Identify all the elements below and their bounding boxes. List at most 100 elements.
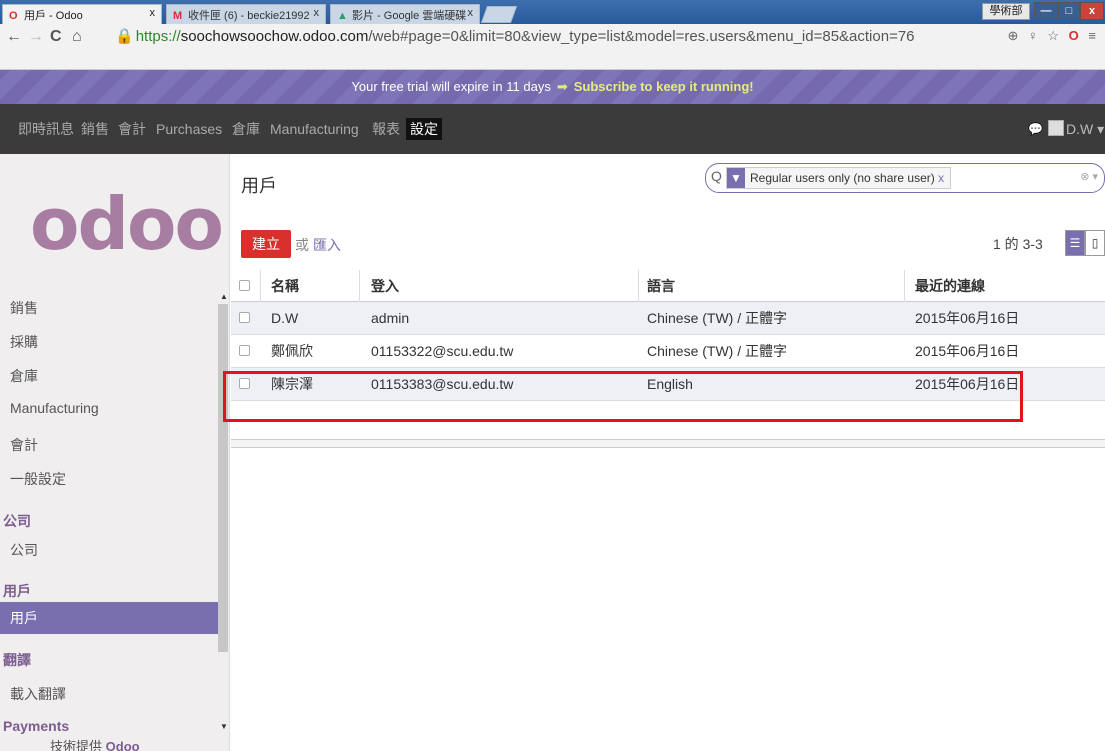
list-view-icon[interactable]: ☰ [1065, 230, 1085, 256]
browser-tab-odoo[interactable]: O 用戶 - Odoo x [2, 4, 162, 24]
menu-item-accounting[interactable]: 會計 [114, 118, 150, 140]
gmail-favicon-icon: M [173, 10, 183, 22]
powered-by: 技術提供 Odoo [50, 739, 140, 751]
cell-language: Chinese (TW) / 正體字 [647, 343, 788, 359]
scroll-down-icon[interactable]: ▼ [220, 722, 228, 731]
browser-menu-icon[interactable]: ≡ [1088, 28, 1099, 43]
table-row[interactable]: D.W admin Chinese (TW) / 正體字 2015年06月16日 [231, 302, 1105, 335]
sidebar-item-accounting[interactable]: 會計 [10, 435, 218, 455]
sidebar-section-companies: 公司 [3, 513, 31, 529]
pager[interactable]: 1 的 3-3 [993, 234, 1043, 254]
column-header-language[interactable]: 語言 [647, 270, 675, 302]
menu-item-settings[interactable]: 設定 [406, 118, 442, 140]
menu-item-messaging[interactable]: 即時訊息 [14, 118, 78, 140]
column-header-last-connection[interactable]: 最近的連線 [915, 270, 985, 302]
browser-address-bar: ← → C ⌂ 🔒 https://soochowsoochow.odoo.com… [0, 24, 1105, 70]
cell-language: Chinese (TW) / 正體字 [647, 310, 788, 326]
form-view-icon[interactable]: ▯ [1085, 230, 1105, 256]
sidebar-item-sales[interactable]: 銷售 [10, 298, 218, 318]
top-menu-bar: 即時訊息 銷售 會計 Purchases 倉庫 Manufacturing 報表… [0, 104, 1105, 154]
page-title: 用戶 [241, 176, 277, 196]
search-options-icon[interactable]: ⊗ ▾ [1080, 170, 1098, 183]
scroll-up-icon[interactable]: ▲ [220, 292, 228, 301]
forward-arrow-icon[interactable]: → [28, 28, 44, 46]
sidebar-section-translations: 翻譯 [3, 652, 31, 668]
import-link[interactable]: 匯入 [313, 235, 341, 255]
back-arrow-icon[interactable]: ← [6, 28, 22, 46]
sidebar-item-companies[interactable]: 公司 [10, 540, 218, 560]
tab-title: 用戶 - Odoo [24, 10, 83, 22]
row-checkbox[interactable] [239, 345, 250, 356]
table-row[interactable]: 鄭佩欣 01153322@scu.edu.tw Chinese (TW) / 正… [231, 335, 1105, 368]
close-window-button[interactable]: x [1080, 2, 1104, 20]
main-content: 用戶 Q ▼ Regular users only (no share user)… [231, 154, 1105, 751]
table-header: 名稱 登入 語言 最近的連線 [231, 270, 1105, 302]
menu-item-manufacturing[interactable]: Manufacturing [266, 118, 363, 140]
menu-item-reporting[interactable]: 報表 [368, 118, 404, 140]
sidebar: odoo 銷售 採購 倉庫 Manufacturing 會計 一般設定 公司 公… [0, 154, 230, 751]
new-tab-button[interactable] [480, 6, 518, 23]
sidebar-item-warehouse[interactable]: 倉庫 [10, 366, 218, 386]
browser-tab-gmail[interactable]: M 收件匣 (6) - beckie21992 x [166, 4, 326, 24]
facet-remove-icon[interactable]: x [938, 171, 944, 185]
sidebar-item-users[interactable]: 用戶 [0, 602, 218, 634]
or-text: 或 [295, 237, 309, 253]
trial-text: Your free trial will expire in 11 days [351, 79, 551, 94]
row-checkbox[interactable] [239, 312, 250, 323]
facet-text: Regular users only (no share user) [750, 171, 935, 185]
column-header-login[interactable]: 登入 [371, 270, 399, 302]
maximize-button[interactable]: □ [1058, 2, 1080, 20]
trial-banner: Your free trial will expire in 11 days ➡ S… [0, 70, 1105, 104]
drive-favicon-icon: ▲ [337, 10, 348, 22]
cell-last-connection: 2015年06月16日 [915, 343, 1020, 359]
menu-item-purchases[interactable]: Purchases [152, 118, 226, 140]
search-facet: ▼ Regular users only (no share user) x [726, 167, 952, 189]
close-tab-icon[interactable]: x [150, 7, 156, 19]
select-all-checkbox[interactable] [239, 280, 250, 291]
cell-name: D.W [271, 310, 299, 326]
cell-login: 01153322@scu.edu.tw [371, 343, 514, 359]
avatar[interactable] [1048, 120, 1064, 136]
table-footer-band [231, 439, 1105, 448]
cell-name: 鄭佩欣 [271, 343, 313, 359]
sidebar-section-payments: Payments [3, 718, 70, 734]
search-box[interactable]: Q ▼ Regular users only (no share user) x … [705, 163, 1105, 193]
odoo-logo[interactable]: odoo [30, 182, 224, 266]
chat-icon[interactable]: 💬 [1028, 122, 1043, 136]
browser-tab-drive[interactable]: ▲ 影片 - Google 雲端硬碟 x [330, 4, 480, 24]
address-bar-icons: ⊕ ♀ ☆ O ≡ [1008, 28, 1100, 44]
browser-profile-badge[interactable]: 學術部 [982, 3, 1030, 20]
user-menu[interactable]: D.W ▾ [1066, 118, 1104, 140]
sidebar-item-general-settings[interactable]: 一般設定 [10, 469, 218, 489]
tab-title: 收件匣 (6) - beckie21992 [188, 10, 310, 22]
search-icon[interactable]: Q [711, 168, 722, 184]
sidebar-item-load-translation[interactable]: 載入翻譯 [10, 684, 218, 704]
close-tab-icon[interactable]: x [468, 7, 474, 19]
arrow-right-icon: ➡ [556, 79, 568, 94]
column-header-name[interactable]: 名稱 [271, 270, 299, 302]
sidebar-section-users: 用戶 [3, 583, 31, 599]
url-host: soochowsoochow.odoo.com [180, 28, 369, 45]
menu-item-sales[interactable]: 銷售 [77, 118, 113, 140]
create-button[interactable]: 建立 [241, 230, 291, 258]
cell-login: admin [371, 310, 410, 326]
sidebar-item-purchasing[interactable]: 採購 [10, 332, 218, 352]
odoo-favicon-icon: O [9, 10, 18, 22]
close-tab-icon[interactable]: x [314, 7, 320, 19]
opera-icon[interactable]: O [1069, 28, 1082, 43]
minimize-button[interactable]: — [1034, 2, 1058, 20]
url-field[interactable]: 🔒 https://soochowsoochow.odoo.com/web#pag… [115, 26, 1045, 48]
tab-title: 影片 - Google 雲端硬碟 [352, 10, 467, 22]
reload-icon[interactable]: C [50, 28, 62, 46]
filter-icon: ▼ [727, 168, 745, 188]
home-icon[interactable]: ⌂ [72, 28, 82, 46]
subscribe-link[interactable]: Subscribe to keep it running! [574, 79, 754, 94]
sidebar-scrollbar[interactable] [218, 304, 228, 652]
zoom-key-star-icons[interactable]: ⊕ ♀ ☆ [1008, 28, 1063, 43]
sidebar-item-manufacturing[interactable]: Manufacturing [10, 400, 218, 416]
menu-item-warehouse[interactable]: 倉庫 [228, 118, 264, 140]
highlight-annotation-box [223, 371, 1023, 422]
lock-icon: 🔒 [115, 28, 134, 45]
url-protocol: https:// [135, 28, 181, 45]
url-path: /web#page=0&limit=80&view_type=list&mode… [368, 28, 915, 45]
